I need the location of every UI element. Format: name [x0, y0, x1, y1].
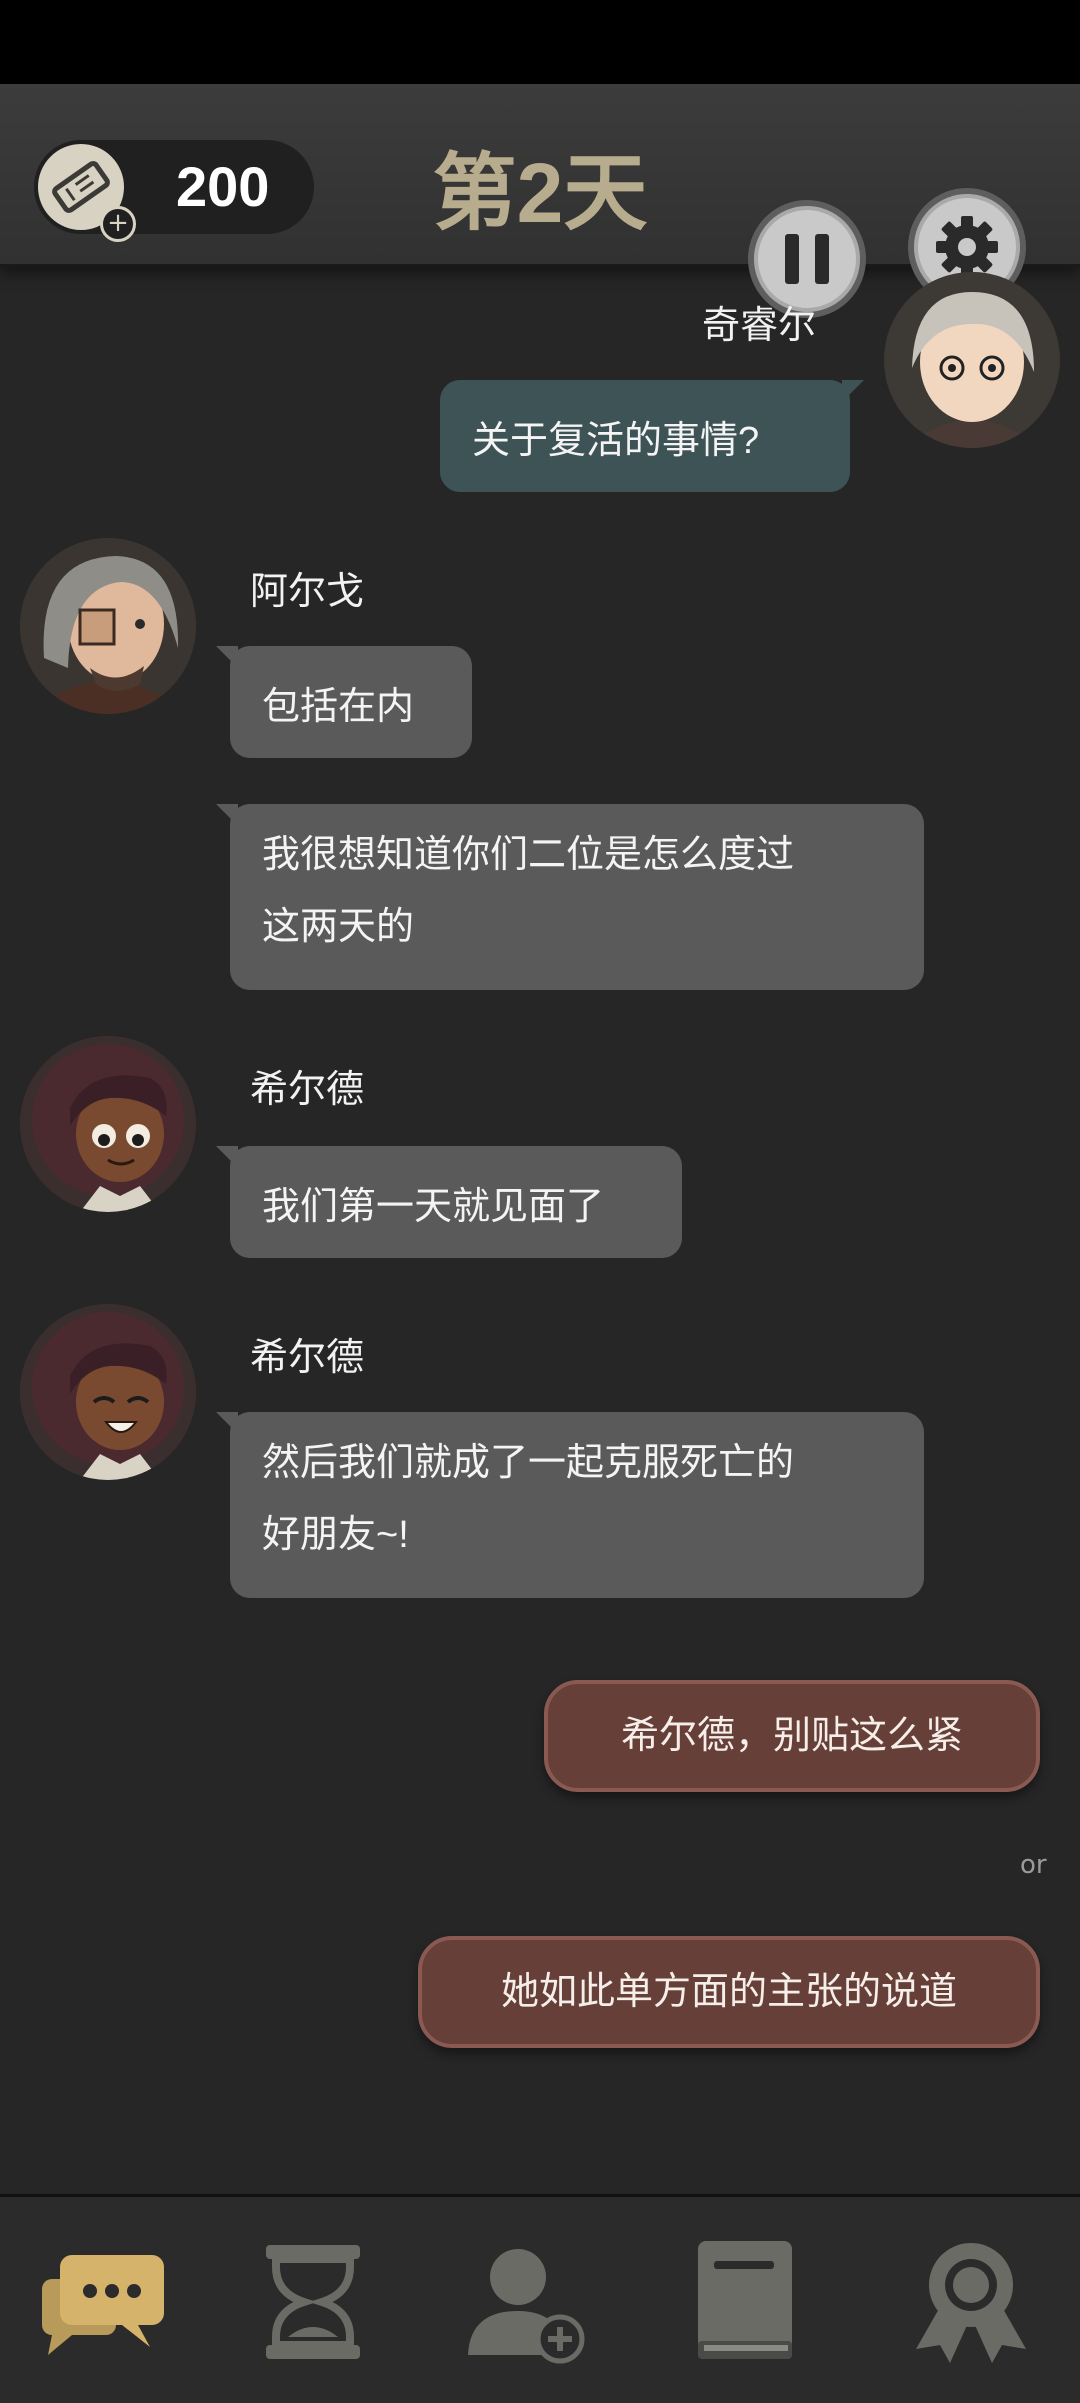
sender-name: 奇睿尔 — [702, 305, 817, 347]
message-text: 包括在内 — [262, 686, 415, 728]
message-bubble: 包括在内 — [216, 646, 472, 758]
top-bar: + 200 第2天 — [0, 84, 1080, 318]
nav-characters[interactable] — [462, 2237, 592, 2367]
ticket-counter[interactable]: + 200 — [34, 140, 314, 242]
nav-timeline[interactable] — [248, 2237, 378, 2367]
message-text-line: 我很想知道你们二位是怎么度过 — [262, 834, 795, 876]
avatar-xierde[interactable] — [20, 1036, 196, 1212]
choice-separator: or — [1020, 1850, 1047, 1880]
message-text: 关于复活的事情? — [472, 420, 760, 462]
message-text-line: 这两天的 — [262, 906, 415, 948]
hourglass-icon — [266, 2245, 360, 2359]
message-bubble: 关于复活的事情? — [440, 380, 864, 492]
sender-name: 希尔德 — [250, 1069, 365, 1111]
message-bubble: 然后我们就成了一起克服死亡的 好朋友~! — [216, 1412, 924, 1598]
chat-icon — [42, 2255, 164, 2355]
message-bubble: 我很想知道你们二位是怎么度过 这两天的 — [216, 804, 924, 990]
message-text: 我们第一天就见面了 — [262, 1186, 605, 1228]
message-text-line: 好朋友~! — [262, 1514, 409, 1556]
nav-journal[interactable] — [680, 2237, 810, 2367]
add-person-icon — [468, 2249, 585, 2364]
status-bar — [0, 0, 1080, 84]
sender-name: 阿尔戈 — [250, 571, 365, 613]
avatar-aerge[interactable] — [20, 538, 196, 714]
nav-achievements[interactable] — [906, 2237, 1036, 2367]
award-icon — [916, 2243, 1026, 2363]
book-icon — [698, 2241, 792, 2359]
nav-chat[interactable] — [38, 2237, 168, 2367]
avatar-qiruier[interactable] — [884, 272, 1060, 448]
avatar-xierde[interactable] — [20, 1304, 196, 1480]
sender-name: 希尔德 — [250, 1337, 365, 1379]
bottom-nav — [0, 2194, 1080, 2403]
choice-option-2[interactable]: 她如此单方面的主张的说道 — [418, 1936, 1040, 2048]
plus-icon[interactable]: + — [100, 206, 136, 242]
ticket-count: 200 — [176, 155, 270, 218]
message-text-line: 然后我们就成了一起克服死亡的 — [262, 1442, 795, 1484]
message-bubble: 我们第一天就见面了 — [216, 1146, 682, 1258]
choice-option-1[interactable]: 希尔德，别贴这么紧 — [544, 1680, 1040, 1792]
chat-area[interactable]: 奇睿尔 关于复活的事情? 阿尔戈 包括在内 我很想知道你们二位是怎么度过 这两天… — [0, 264, 1080, 2194]
day-title: 第2天 — [432, 146, 648, 240]
